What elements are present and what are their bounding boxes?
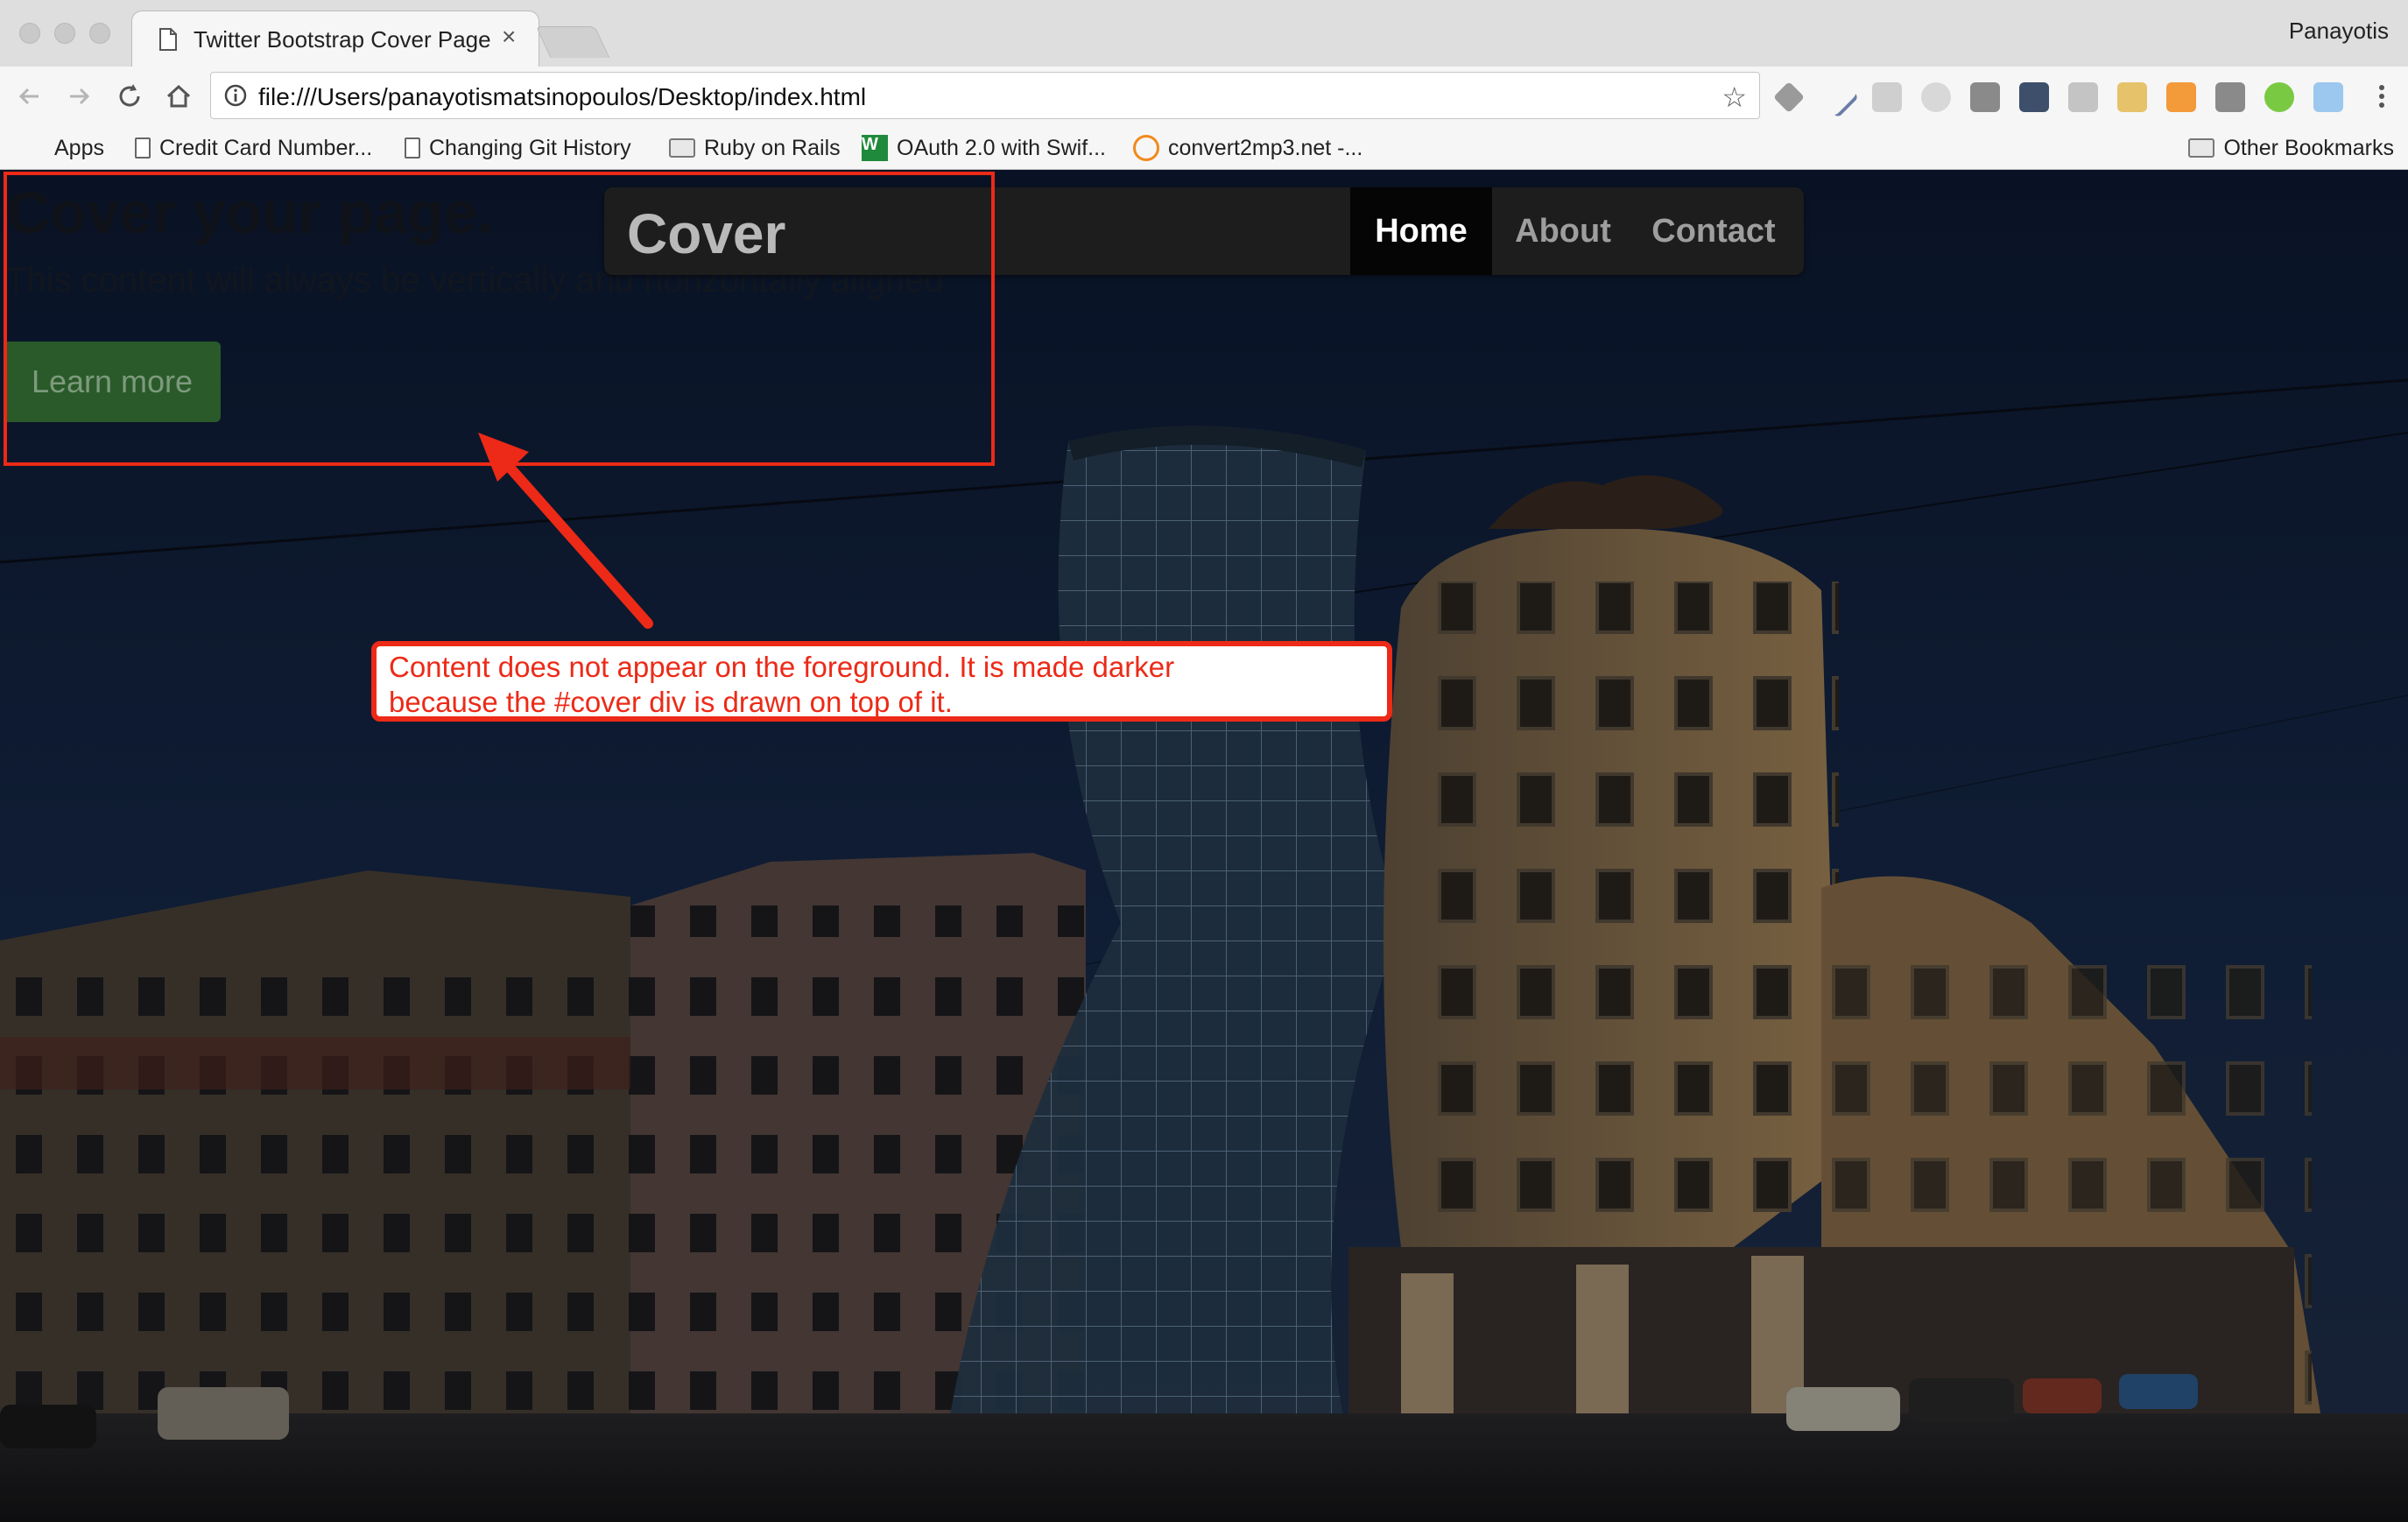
profile-name[interactable]: Panayotis xyxy=(2289,18,2389,45)
close-tab-icon[interactable]: × xyxy=(502,23,516,51)
page-icon xyxy=(135,137,151,159)
extension-icon[interactable] xyxy=(1921,82,1951,112)
bookmark-label: Credit Card Number... xyxy=(159,135,373,160)
bookmark-label: Ruby on Rails xyxy=(704,135,841,160)
menu-kebab-icon[interactable] xyxy=(2364,79,2399,114)
nav-contact[interactable]: Contact xyxy=(1634,187,1793,275)
page-icon xyxy=(405,137,420,159)
reload-icon[interactable] xyxy=(112,79,147,114)
green-w-icon: W xyxy=(862,135,888,161)
bookmark-folder-ruby[interactable]: Ruby on Rails xyxy=(669,133,841,163)
info-icon[interactable] xyxy=(223,83,248,108)
extension-icon[interactable] xyxy=(1872,82,1902,112)
forward-arrow-icon[interactable] xyxy=(61,79,96,114)
bookmark-git-history[interactable]: Changing Git History xyxy=(405,133,631,163)
add-extension-icon[interactable] xyxy=(2264,82,2294,112)
extension-icon[interactable] xyxy=(2166,82,2196,112)
eyedropper-icon[interactable] xyxy=(1816,75,1860,119)
bookmark-star-icon[interactable]: ☆ xyxy=(1722,81,1747,114)
annotation-highlight-box xyxy=(4,172,995,466)
browser-tab-active[interactable]: Twitter Bootstrap Cover Page × xyxy=(131,11,539,67)
extension-icon[interactable] xyxy=(2068,82,2098,112)
extension-icon[interactable] xyxy=(1970,82,2000,112)
bookmark-label: Apps xyxy=(54,135,104,160)
home-icon[interactable] xyxy=(161,79,196,114)
minimize-window-button[interactable] xyxy=(54,23,75,44)
extension-icon[interactable] xyxy=(2117,82,2147,112)
nav-home[interactable]: Home xyxy=(1350,187,1492,275)
lightbulb-icon[interactable] xyxy=(2215,82,2245,112)
bookmark-credit-card[interactable]: Credit Card Number... xyxy=(135,133,372,163)
folder-icon xyxy=(2188,138,2215,158)
bookmark-convert2mp3[interactable]: convert2mp3.net -... xyxy=(1133,133,1362,163)
tab-title: Twitter Bootstrap Cover Page xyxy=(194,26,491,53)
close-window-button[interactable] xyxy=(19,23,40,44)
bookmark-other[interactable]: Other Bookmarks xyxy=(2188,133,2394,163)
bookmark-label: OAuth 2.0 with Swif... xyxy=(897,135,1106,160)
bookmark-apps[interactable]: Apps xyxy=(23,133,104,163)
tab-strip: Twitter Bootstrap Cover Page × Panayotis xyxy=(0,0,2408,67)
extension-icon[interactable] xyxy=(2313,82,2343,112)
page-viewport: Cover your page. This content will alway… xyxy=(0,170,2408,1522)
new-tab-button[interactable] xyxy=(535,26,610,58)
extension-icon[interactable] xyxy=(1772,81,1806,114)
apps-grid-icon xyxy=(23,137,46,159)
orange-ring-icon xyxy=(1133,135,1159,161)
annotation-callout: Content does not appear on the foregroun… xyxy=(371,641,1392,722)
annotation-line-2: because the #cover div is drawn on top o… xyxy=(389,686,953,718)
browser-toolbar: file:///Users/panayotismatsinopoulos/Des… xyxy=(0,67,2408,126)
extension-icon[interactable] xyxy=(2019,82,2049,112)
zoom-window-button[interactable] xyxy=(89,23,110,44)
url-text[interactable]: file:///Users/panayotismatsinopoulos/Des… xyxy=(258,83,866,111)
page-icon xyxy=(159,28,177,51)
nav-about[interactable]: About xyxy=(1492,187,1634,275)
address-bar[interactable]: file:///Users/panayotismatsinopoulos/Des… xyxy=(210,72,1760,119)
bookmarks-bar: Apps Credit Card Number... Changing Git … xyxy=(0,126,2408,170)
bookmark-label: Changing Git History xyxy=(429,135,631,160)
annotation-line-1: Content does not appear on the foregroun… xyxy=(389,651,1175,683)
bookmark-oauth[interactable]: W OAuth 2.0 with Swif... xyxy=(862,133,1106,163)
bookmark-label: convert2mp3.net -... xyxy=(1168,135,1363,160)
folder-icon xyxy=(669,138,695,158)
back-arrow-icon[interactable] xyxy=(12,79,47,114)
bookmark-label: Other Bookmarks xyxy=(2223,135,2394,160)
